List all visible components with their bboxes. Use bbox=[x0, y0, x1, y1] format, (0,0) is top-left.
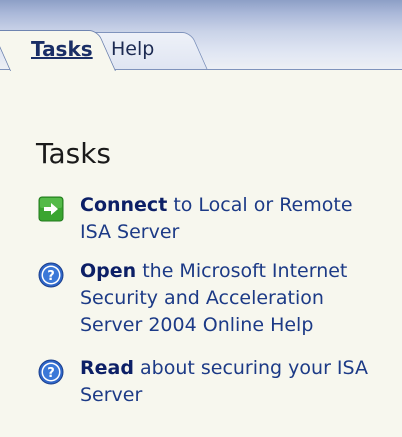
tab-help-label[interactable]: Help bbox=[111, 38, 154, 60]
read-link[interactable]: Read bbox=[80, 357, 134, 379]
svg-text:?: ? bbox=[47, 269, 55, 284]
task-read-security-text: Read about securing your ISA Server bbox=[80, 355, 380, 409]
svg-text:?: ? bbox=[47, 366, 55, 381]
task-connect-text: Connect to Local or Remote ISA Server bbox=[80, 192, 380, 246]
task-open-help-text: Open the Microsoft Internet Security and… bbox=[80, 258, 380, 339]
open-link[interactable]: Open bbox=[80, 260, 136, 282]
help-icon: ? bbox=[38, 359, 64, 385]
tasks-heading: Tasks bbox=[36, 137, 112, 170]
help-icon: ? bbox=[38, 262, 64, 288]
tab-tasks-label[interactable]: Tasks bbox=[31, 37, 93, 61]
connect-link[interactable]: Connect bbox=[80, 194, 167, 216]
arrow-right-icon bbox=[38, 196, 64, 222]
